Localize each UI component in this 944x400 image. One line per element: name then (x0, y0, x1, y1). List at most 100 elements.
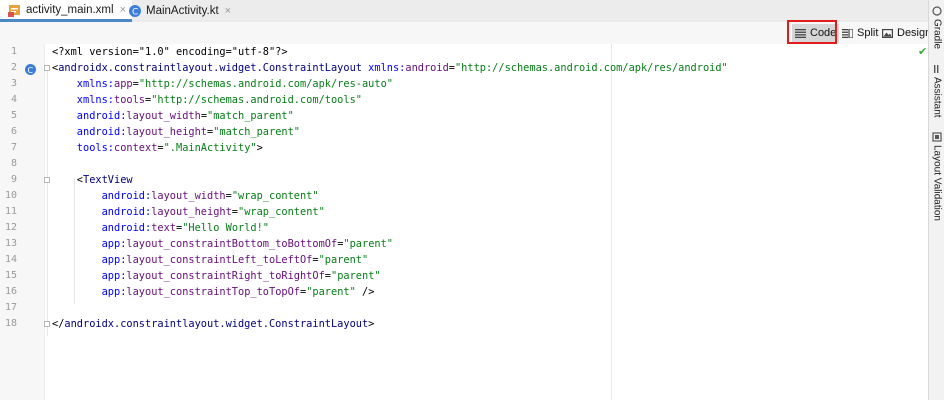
code-line[interactable]: 6 android:layout_height="match_parent" (0, 124, 928, 140)
code-token: tools: (52, 142, 114, 154)
inspection-ok-icon[interactable]: ✔ (918, 45, 927, 58)
view-mode-toolbar: Code Split Design (0, 22, 931, 45)
code-line[interactable]: 8 (0, 156, 928, 172)
code-token: android: (52, 222, 152, 234)
code-token: android: (52, 110, 127, 122)
code-text: app:layout_constraintTop_toTopOf="parent… (52, 284, 375, 300)
code-line[interactable]: 14 app:layout_constraintLeft_toLeftOf="p… (0, 252, 928, 268)
code-text: </androidx.constraintlayout.widget.Const… (52, 316, 374, 332)
code-token: app: (52, 238, 127, 250)
fold-marker-icon[interactable] (44, 177, 50, 183)
code-line[interactable]: 17 (0, 300, 928, 316)
code-token: "parent" (331, 270, 381, 282)
code-token: app: (52, 270, 127, 282)
code-line[interactable]: 7 tools:context=".MainActivity"> (0, 140, 928, 156)
close-icon[interactable]: × (225, 5, 231, 17)
assistant-label: Assistant (931, 77, 943, 118)
design-view-button[interactable]: Design (879, 24, 934, 42)
code-token: <?xml version="1.0" encoding="utf-8"?> (52, 46, 288, 58)
gradle-icon (932, 6, 942, 16)
code-token: "parent" (343, 238, 393, 250)
activity-gutter-icon[interactable]: C (24, 63, 37, 76)
code-line[interactable]: 11 android:layout_height="wrap_content" (0, 204, 928, 220)
code-view-button[interactable]: Code (792, 24, 840, 42)
code-line[interactable]: 10 android:layout_width="wrap_content" (0, 188, 928, 204)
xml-file-icon (8, 3, 22, 17)
code-token: app (114, 78, 133, 90)
code-text: android:layout_width="match_parent" (52, 108, 294, 124)
layout-validation-icon (932, 132, 942, 142)
line-number: 10 (4, 190, 17, 201)
code-token: "http://schemas.android.com/apk/res/andr… (454, 62, 728, 74)
tab-label: activity_main.xml (26, 3, 114, 16)
code-token: > (368, 318, 375, 330)
gradle-panel-button[interactable]: Gradle (929, 6, 944, 49)
code-text: android:text="Hello World!" (52, 220, 269, 236)
code-token: "match_parent" (213, 126, 300, 138)
fold-marker-icon[interactable] (44, 321, 50, 327)
code-line[interactable]: 13 app:layout_constraintBottom_toBottomO… (0, 236, 928, 252)
code-editor[interactable]: 1 <?xml version="1.0" encoding="utf-8"?> 2… (0, 44, 928, 400)
code-token: android: (52, 190, 152, 202)
code-token: "parent" (306, 286, 356, 298)
code-token: TextView (83, 174, 133, 186)
layout-validation-panel-button[interactable]: Layout Validation (929, 132, 944, 221)
line-number: 15 (4, 270, 17, 281)
code-line[interactable]: 18 </androidx.constraintlayout.widget.Con… (0, 316, 928, 332)
code-token: androidx.constraintlayout.widget.Constra… (58, 62, 369, 74)
code-token: android: (52, 206, 152, 218)
code-line[interactable]: 15 app:layout_constraintRight_toRightOf=… (0, 268, 928, 284)
code-line[interactable]: 9 <TextView (0, 172, 928, 188)
code-token: tools (114, 94, 145, 106)
line-number: 8 (10, 158, 17, 169)
code-token: ".MainActivity" (163, 142, 257, 154)
tab-activity-main-xml[interactable]: activity_main.xml × (0, 0, 132, 22)
code-token: "wrap_content" (231, 190, 319, 202)
line-number: 4 (10, 94, 17, 105)
code-token: > (256, 142, 263, 154)
code-token: "parent" (318, 254, 369, 266)
code-token: /> (355, 286, 375, 298)
gradle-label: Gradle (931, 19, 943, 50)
line-number: 9 (10, 174, 17, 185)
code-token: layout_width (151, 190, 226, 202)
tab-label: MainActivity.kt (146, 5, 219, 17)
code-token: layout_constraintLeft_toLeftOf (126, 254, 313, 266)
code-view-label: Code (810, 27, 837, 39)
code-line[interactable]: 16 app:layout_constraintTop_toTopOf="par… (0, 284, 928, 300)
code-text: android:layout_height="wrap_content" (52, 204, 325, 220)
code-line[interactable]: 2 <androidx.constraintlayout.widget.Const… (0, 60, 928, 76)
line-number: 14 (4, 254, 17, 265)
code-lines-icon (795, 28, 806, 38)
line-number: 12 (4, 222, 17, 233)
code-line[interactable]: 5 android:layout_width="match_parent" (0, 108, 928, 124)
code-text: app:layout_constraintLeft_toLeftOf="pare… (52, 252, 369, 268)
code-token: "wrap_content" (238, 206, 325, 218)
code-line[interactable]: 12 android:text="Hello World!" (0, 220, 928, 236)
code-token: </ (52, 318, 65, 330)
line-number: 13 (4, 238, 17, 249)
code-text: <androidx.constraintlayout.widget.Constr… (52, 60, 728, 76)
code-line[interactable]: 3 xmlns:app="http://schemas.android.com/… (0, 76, 928, 92)
code-token: layout_constraintRight_toRightOf (126, 270, 325, 282)
code-token: "Hello World!" (182, 222, 270, 234)
code-line[interactable]: 4 xmlns:tools="http://schemas.android.co… (0, 92, 928, 108)
line-number: 1 (10, 46, 17, 57)
layout-validation-label: Layout Validation (931, 145, 943, 221)
line-number: 5 (10, 110, 17, 121)
code-token: "match_parent" (207, 110, 294, 122)
split-view-icon (842, 28, 853, 38)
code-token: layout_width (126, 110, 201, 122)
fold-marker-icon[interactable] (44, 65, 50, 71)
code-token: xmlns: (52, 78, 114, 90)
line-number: 17 (4, 302, 17, 313)
split-view-button[interactable]: Split (839, 24, 881, 42)
code-token: xmlns: (52, 94, 114, 106)
code-token: "http://schemas.android.com/apk/res-auto… (138, 78, 393, 90)
assistant-icon (934, 65, 939, 73)
tab-mainactivity-kt[interactable]: C MainActivity.kt × (120, 0, 237, 22)
code-token: app: (52, 254, 127, 266)
assistant-panel-button[interactable]: Assistant (929, 64, 944, 118)
code-text: app:layout_constraintRight_toRightOf="pa… (52, 268, 381, 284)
code-line[interactable]: 1 <?xml version="1.0" encoding="utf-8"?> (0, 44, 928, 60)
